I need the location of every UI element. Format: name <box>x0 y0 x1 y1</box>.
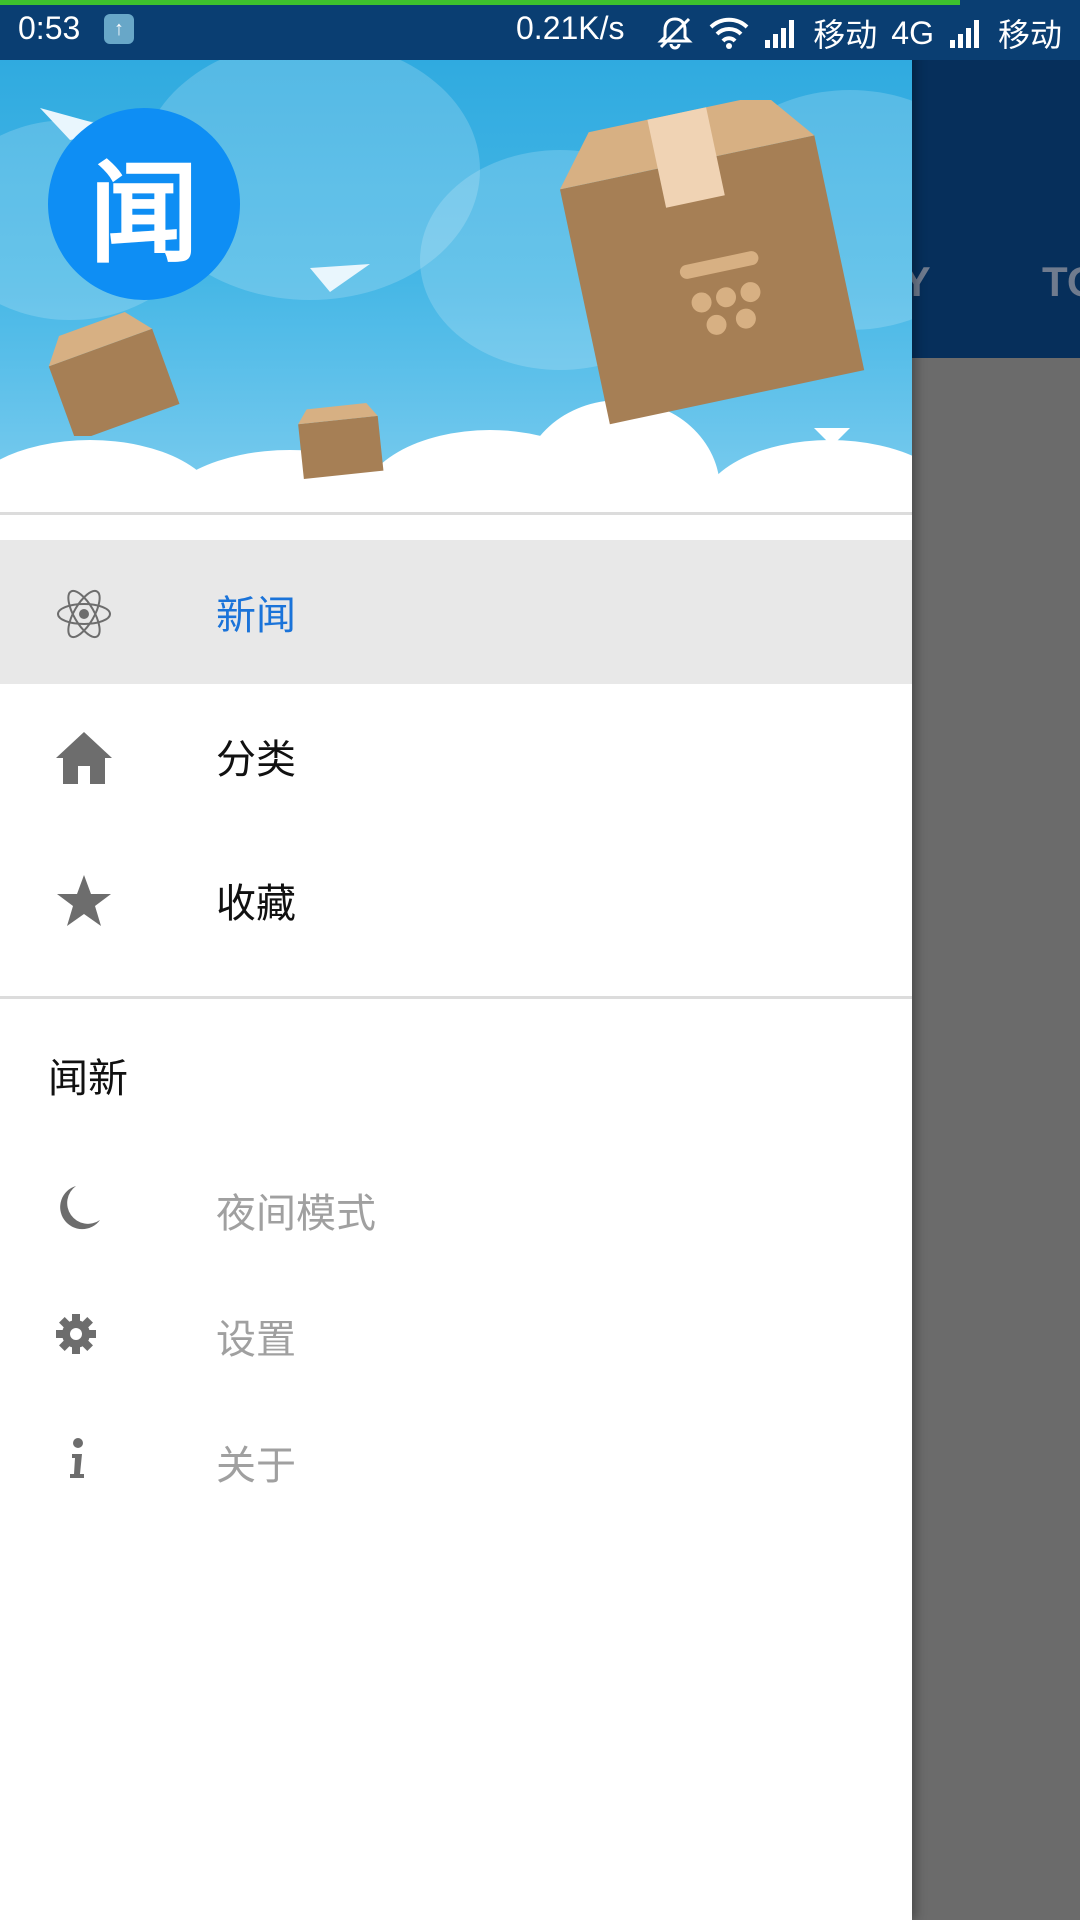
menu-label-category: 分类 <box>216 737 296 783</box>
tab-partial-2[interactable]: TO <box>1042 258 1080 318</box>
menu-label-night-mode: 夜间模式 <box>216 1191 376 1237</box>
avatar-char: 闻 <box>89 149 199 278</box>
navigation-drawer: 闻 新闻 分类 收藏 闻新 夜间模式 设置 关于 <box>0 0 912 1920</box>
page-load-progress <box>0 0 960 5</box>
menu-item-news[interactable]: 新闻 <box>0 540 912 684</box>
status-bar: 0:53 ↑ 0.21K/s 移动 4G 移动 <box>0 0 1080 60</box>
atom-icon <box>57 589 111 639</box>
gear-icon <box>56 1314 96 1354</box>
upload-icon: ↑ <box>104 14 134 44</box>
menu-label-about: 关于 <box>216 1443 296 1489</box>
status-time: 0:53 <box>18 10 81 46</box>
menu-item-night-mode[interactable]: 夜间模式 <box>0 1145 912 1271</box>
menu-item-about[interactable]: 关于 <box>0 1397 912 1523</box>
drawer-header: 闻 <box>0 0 912 512</box>
menu-item-favorites[interactable]: 收藏 <box>0 828 912 972</box>
mute-icon <box>657 17 693 50</box>
box-illustration-tiny <box>298 403 384 479</box>
cloud-floor <box>700 440 912 512</box>
menu-label-news: 新闻 <box>216 593 296 639</box>
net-speed: 0.21K/s <box>516 10 625 46</box>
box-illustration-small <box>48 312 180 436</box>
home-icon <box>56 732 112 784</box>
box-illustration <box>559 100 865 425</box>
menu-item-category[interactable]: 分类 <box>0 684 912 828</box>
menu-label-settings: 设置 <box>216 1317 296 1363</box>
signal-icon <box>765 20 795 48</box>
account-dropdown-icon[interactable] <box>814 428 850 446</box>
header-divider <box>0 512 912 515</box>
primary-menu: 新闻 分类 收藏 <box>0 540 912 972</box>
network-type: 4G <box>891 14 934 51</box>
avatar[interactable]: 闻 <box>48 108 240 300</box>
carrier-2: 移动 <box>997 17 1062 53</box>
signal-icon-2 <box>949 20 979 48</box>
moon-icon <box>60 1186 100 1230</box>
wifi-icon <box>709 17 749 49</box>
secondary-menu: 夜间模式 设置 关于 <box>0 1145 912 1523</box>
star-icon <box>57 875 111 926</box>
info-icon <box>70 1438 84 1478</box>
menu-label-favorites: 收藏 <box>216 881 296 927</box>
section-divider <box>0 996 912 999</box>
section-title: 闻新 <box>48 1056 128 1102</box>
carrier-1: 移动 <box>813 17 878 53</box>
menu-item-settings[interactable]: 设置 <box>0 1271 912 1397</box>
paper-plane-icon <box>310 264 370 292</box>
